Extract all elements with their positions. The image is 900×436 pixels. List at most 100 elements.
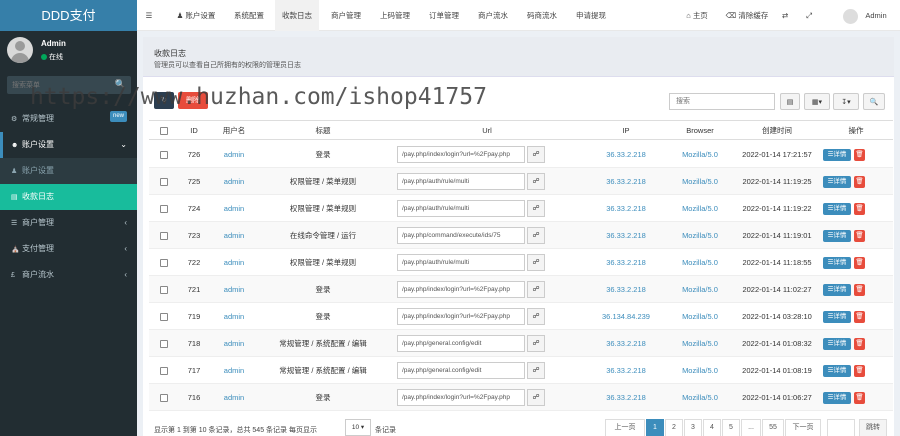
delete-row-button[interactable]: 🗑 bbox=[854, 257, 865, 269]
delete-row-button[interactable]: 🗑 bbox=[854, 149, 865, 161]
tab-merchant[interactable]: 商户管理 bbox=[324, 0, 368, 31]
search-icon[interactable]: 🔍 bbox=[863, 93, 885, 110]
cell-browser[interactable]: Mozilla/5.0 bbox=[665, 357, 735, 384]
page-size-select[interactable]: 10 ▾ bbox=[345, 419, 371, 436]
cell-username[interactable]: admin bbox=[209, 330, 259, 357]
page-button-55[interactable]: 55 bbox=[762, 419, 784, 436]
cell-username[interactable]: admin bbox=[209, 141, 259, 168]
cell-url-field[interactable]: /pay.php/general.config/edit bbox=[397, 335, 525, 352]
toggle-view-icon[interactable]: ▤ bbox=[780, 93, 800, 110]
sidebar-item-payment[interactable]: ⛪ 支付管理 ‹ bbox=[0, 236, 137, 262]
sidebar-item-payment-log[interactable]: ▤ 收款日志 bbox=[0, 184, 137, 210]
delete-row-button[interactable]: 🗑 bbox=[854, 230, 865, 242]
checkbox[interactable] bbox=[160, 259, 168, 268]
delete-row-button[interactable]: 🗑 bbox=[854, 284, 865, 296]
col-created-time[interactable]: 创建时间 bbox=[735, 121, 819, 141]
link-icon[interactable]: ☍ bbox=[527, 362, 545, 379]
brand-logo[interactable]: DDD支付 bbox=[0, 0, 137, 31]
link-icon[interactable]: ☍ bbox=[527, 308, 545, 325]
detail-button[interactable]: ☰详情 bbox=[823, 392, 851, 404]
table-row[interactable]: 717 admin 常规管理 / 系统配置 / 编辑/pay.php/general… bbox=[149, 357, 893, 384]
link-icon[interactable]: ☍ bbox=[527, 389, 545, 406]
tab-system-config[interactable]: 系统配置 bbox=[227, 0, 271, 31]
cell-url-field[interactable]: /pay.php/index/login?url=%2Fpay.php bbox=[397, 146, 525, 163]
tab-payment-log[interactable]: 收款日志 bbox=[275, 0, 319, 31]
tab-code-upload[interactable]: 上码管理 bbox=[373, 0, 417, 31]
table-search-input[interactable] bbox=[669, 93, 775, 110]
page-button-1[interactable]: 1 bbox=[646, 419, 664, 436]
tab-orders[interactable]: 订单管理 bbox=[422, 0, 466, 31]
row-checkbox[interactable] bbox=[149, 195, 179, 222]
cell-ip[interactable]: 36.33.2.218 bbox=[587, 330, 665, 357]
checkbox[interactable] bbox=[160, 394, 168, 403]
cell-url-field[interactable]: /pay.php/general.config/edit bbox=[397, 362, 525, 379]
col-ip[interactable]: IP bbox=[587, 121, 665, 141]
table-row[interactable]: 722 admin 权限管理 / 菜单规则/pay.php/auth/rule/mu… bbox=[149, 249, 893, 276]
checkbox[interactable] bbox=[160, 127, 168, 136]
row-checkbox[interactable] bbox=[149, 276, 179, 303]
col-url[interactable]: Url bbox=[387, 121, 587, 141]
cell-url-field[interactable]: /pay.php/auth/rule/multi bbox=[397, 254, 525, 271]
link-icon[interactable]: ☍ bbox=[527, 200, 545, 217]
cell-ip[interactable]: 36.134.84.239 bbox=[587, 303, 665, 330]
page-jump-button[interactable]: 跳转 bbox=[859, 419, 887, 436]
cell-ip[interactable]: 36.33.2.218 bbox=[587, 222, 665, 249]
table-row[interactable]: 716 admin 登录/pay.php/index/login?url=%2Fpa… bbox=[149, 384, 893, 411]
detail-button[interactable]: ☰详情 bbox=[823, 230, 851, 242]
checkbox[interactable] bbox=[160, 205, 168, 214]
cell-username[interactable]: admin bbox=[209, 384, 259, 411]
checkbox[interactable] bbox=[160, 178, 168, 187]
cell-url-field[interactable]: /pay.php/index/login?url=%2Fpay.php bbox=[397, 281, 525, 298]
detail-button[interactable]: ☰详情 bbox=[823, 365, 851, 377]
cell-ip[interactable]: 36.33.2.218 bbox=[587, 168, 665, 195]
cell-ip[interactable]: 36.33.2.218 bbox=[587, 141, 665, 168]
cell-browser[interactable]: Mozilla/5.0 bbox=[665, 384, 735, 411]
checkbox[interactable] bbox=[160, 151, 168, 160]
tab-code-flow[interactable]: 码商流水 bbox=[520, 0, 564, 31]
cell-browser[interactable]: Mozilla/5.0 bbox=[665, 141, 735, 168]
col-title[interactable]: 标题 bbox=[259, 121, 387, 141]
checkbox[interactable] bbox=[160, 313, 168, 322]
delete-row-button[interactable]: 🗑 bbox=[854, 365, 865, 377]
table-row[interactable]: 718 admin 常规管理 / 系统配置 / 编辑/pay.php/general… bbox=[149, 330, 893, 357]
delete-row-button[interactable]: 🗑 bbox=[854, 311, 865, 323]
cell-ip[interactable]: 36.33.2.218 bbox=[587, 249, 665, 276]
delete-row-button[interactable]: 🗑 bbox=[854, 176, 865, 188]
tab-withdraw[interactable]: 申请提现 bbox=[569, 0, 613, 31]
cell-url-field[interactable]: /pay.php/index/login?url=%2Fpay.php bbox=[397, 308, 525, 325]
table-row[interactable]: 719 admin 登录/pay.php/index/login?url=%2Fpa… bbox=[149, 303, 893, 330]
table-row[interactable]: 723 admin 在线命令管理 / 运行/pay.php/command/exec… bbox=[149, 222, 893, 249]
row-checkbox[interactable] bbox=[149, 357, 179, 384]
row-checkbox[interactable] bbox=[149, 330, 179, 357]
cell-ip[interactable]: 36.33.2.218 bbox=[587, 357, 665, 384]
cell-username[interactable]: admin bbox=[209, 357, 259, 384]
row-checkbox[interactable] bbox=[149, 249, 179, 276]
menu-toggle-icon[interactable]: ☰ bbox=[137, 0, 161, 31]
sidebar-item-account[interactable]: ☻ 账户设置 ⌄ bbox=[0, 132, 137, 158]
cell-browser[interactable]: Mozilla/5.0 bbox=[665, 222, 735, 249]
cell-ip[interactable]: 36.33.2.218 bbox=[587, 195, 665, 222]
link-icon[interactable]: ☍ bbox=[527, 173, 545, 190]
detail-button[interactable]: ☰详情 bbox=[823, 176, 851, 188]
table-row[interactable]: 726 admin 登录/pay.php/index/login?url=%2Fpa… bbox=[149, 141, 893, 168]
page-button-2[interactable]: 2 bbox=[665, 419, 683, 436]
fullscreen-icon[interactable]: ⤢ bbox=[801, 0, 817, 31]
cell-username[interactable]: admin bbox=[209, 195, 259, 222]
cell-ip[interactable]: 36.33.2.218 bbox=[587, 384, 665, 411]
table-row[interactable]: 724 admin 权限管理 / 菜单规则/pay.php/auth/rule/mu… bbox=[149, 195, 893, 222]
cell-url-field[interactable]: /pay.php/auth/rule/multi bbox=[397, 173, 525, 190]
row-checkbox[interactable] bbox=[149, 141, 179, 168]
page-button-3[interactable]: 3 bbox=[684, 419, 702, 436]
cell-username[interactable]: admin bbox=[209, 249, 259, 276]
sidebar-item-merchant[interactable]: ☰ 商户管理 ‹ bbox=[0, 210, 137, 236]
link-icon[interactable]: ☍ bbox=[527, 227, 545, 244]
checkbox[interactable] bbox=[160, 367, 168, 376]
clear-cache-button[interactable]: ⌫ 清除缓存 bbox=[723, 0, 771, 31]
link-icon[interactable]: ☍ bbox=[527, 254, 545, 271]
delete-row-button[interactable]: 🗑 bbox=[854, 203, 865, 215]
link-icon[interactable]: ☍ bbox=[527, 281, 545, 298]
cell-username[interactable]: admin bbox=[209, 222, 259, 249]
detail-button[interactable]: ☰详情 bbox=[823, 338, 851, 350]
cell-url-field[interactable]: /pay.php/command/execute/ids/75 bbox=[397, 227, 525, 244]
next-page-button[interactable]: 下一页 bbox=[785, 419, 821, 436]
